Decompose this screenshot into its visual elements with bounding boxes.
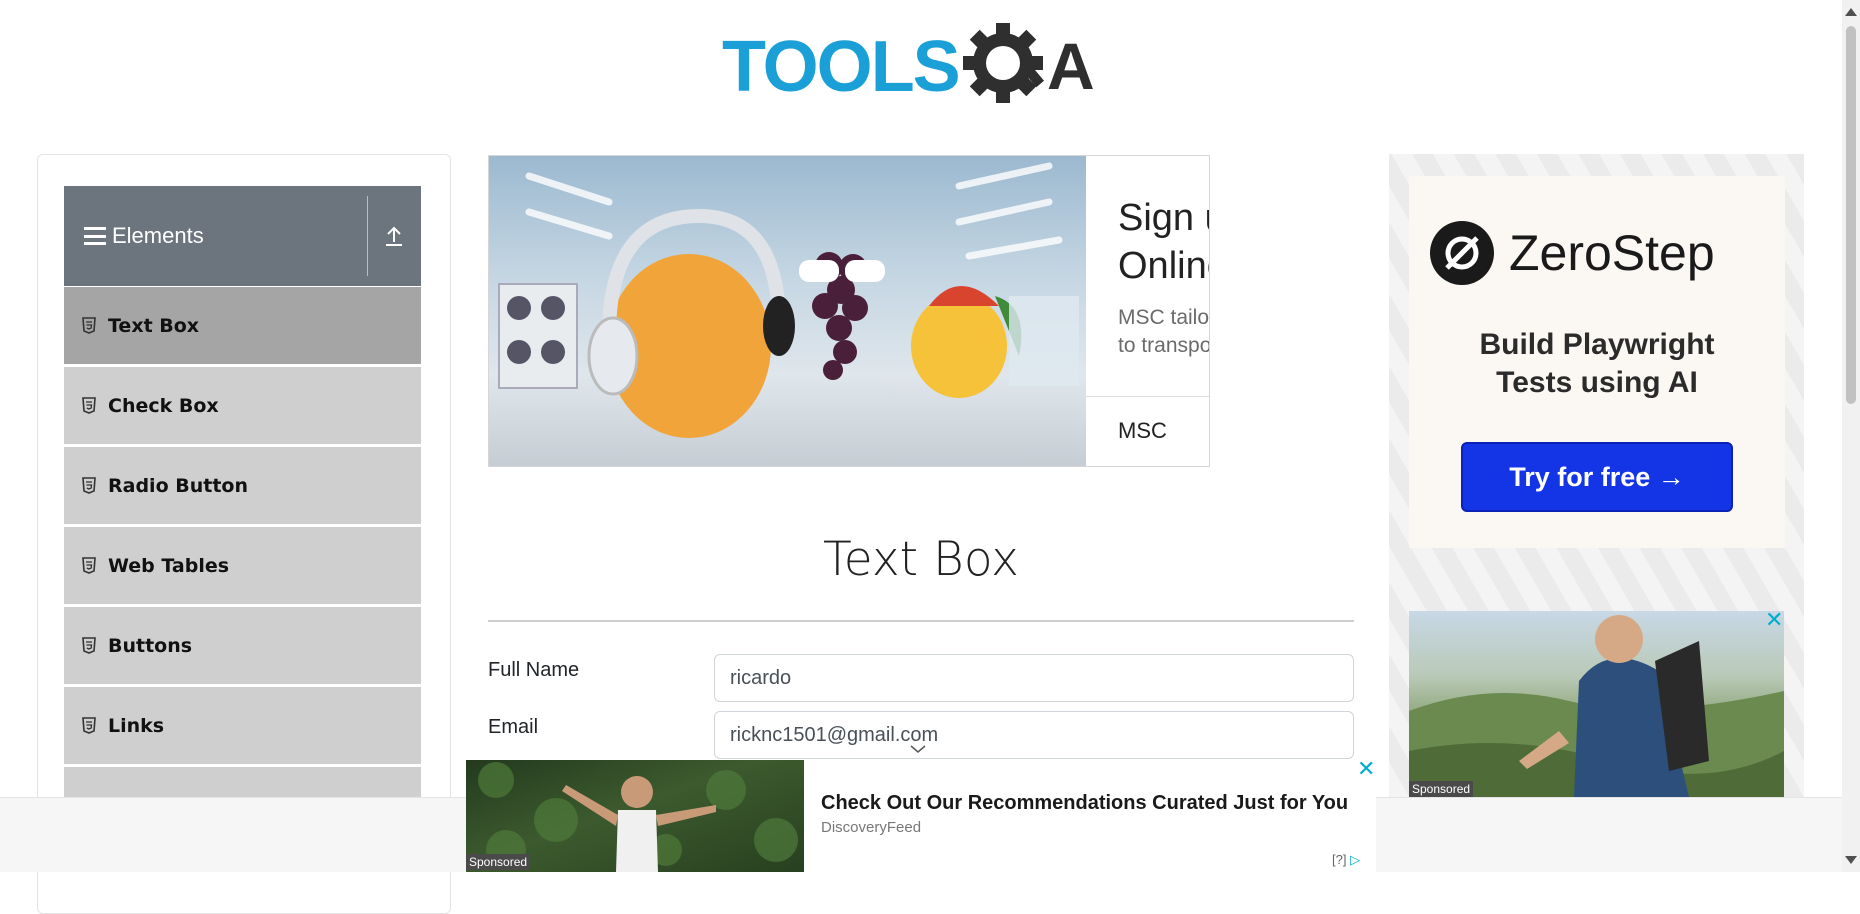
svg-text:A: A bbox=[1047, 29, 1095, 103]
sidebar-item-label: Buttons bbox=[108, 634, 193, 657]
scroll-thumb[interactable] bbox=[1846, 26, 1856, 404]
ad-fruit-image bbox=[489, 156, 1086, 466]
full-name-input[interactable]: ricardo bbox=[714, 654, 1354, 702]
ad-separator bbox=[1086, 396, 1209, 397]
zerostep-tagline: Build Playwright Tests using AI bbox=[1479, 328, 1715, 399]
scroll-down-icon[interactable] bbox=[1845, 856, 1857, 864]
msc-ad-banner[interactable]: Sign up on my Online MSC tailors for you… bbox=[488, 155, 1210, 467]
gear-icon: A bbox=[962, 23, 1095, 103]
scroll-up-icon[interactable] bbox=[1845, 8, 1857, 16]
sponsored-label: Sponsored bbox=[466, 854, 531, 870]
sidebar-item-links[interactable]: Links bbox=[64, 686, 421, 764]
sidebar-item-radio-button[interactable]: Radio Button bbox=[64, 446, 421, 524]
bottom-ad-headline[interactable]: Check Out Our Recommendations Curated Ju… bbox=[821, 792, 1348, 815]
hiker-ad[interactable]: Sponsored bbox=[1409, 611, 1784, 797]
discoveryfeed-ad[interactable]: Sponsored Check Out Our Recommendations … bbox=[466, 760, 1376, 872]
zerostep-ad[interactable]: ZeroStep Build Playwright Tests using AI… bbox=[1409, 176, 1785, 548]
try-for-free-button[interactable]: Try for free → bbox=[1461, 442, 1733, 512]
html5-icon bbox=[82, 637, 96, 654]
ad-headline: Sign up on my Online bbox=[1118, 197, 1209, 287]
sidebar-item-web-tables[interactable]: Web Tables bbox=[64, 526, 421, 604]
sponsored-label: Sponsored bbox=[1409, 781, 1474, 797]
html5-icon bbox=[82, 557, 96, 574]
full-name-label: Full Name bbox=[488, 659, 580, 681]
html5-icon bbox=[82, 397, 96, 414]
zerostep-logo-icon bbox=[1430, 221, 1494, 285]
adchoices-icon: ▷ bbox=[1350, 852, 1361, 867]
html5-icon bbox=[82, 717, 96, 734]
html5-icon bbox=[82, 317, 96, 334]
ad-copy: Sign up on my Online MSC tailors for you… bbox=[1118, 194, 1210, 360]
sidebar-item-label: Check Box bbox=[108, 394, 219, 417]
sidebar-item-buttons[interactable]: Buttons bbox=[64, 606, 421, 684]
logo-text-tools: TOOLS bbox=[722, 27, 961, 107]
email-label: Email bbox=[488, 716, 539, 738]
email-input[interactable]: ricknc1501@gmail.com bbox=[714, 711, 1354, 759]
sidebar-item-check-box[interactable]: Check Box bbox=[64, 366, 421, 444]
sidebar-item-label: Radio Button bbox=[108, 474, 248, 497]
header-divider bbox=[367, 196, 368, 276]
close-icon[interactable]: ✕ bbox=[1357, 757, 1375, 782]
title-divider bbox=[488, 620, 1354, 622]
collapse-arrow-icon[interactable] bbox=[384, 224, 404, 248]
elements-group-header[interactable]: Elements bbox=[64, 186, 421, 286]
hamburger-icon bbox=[84, 227, 106, 245]
html5-icon bbox=[82, 477, 96, 494]
bottom-ad-image: Sponsored bbox=[466, 760, 804, 872]
page-scrollbar[interactable] bbox=[1842, 0, 1860, 872]
bottom-ad-source: DiscoveryFeed bbox=[821, 819, 922, 836]
toolsqa-logo[interactable]: TOOLS A bbox=[722, 18, 1124, 116]
sidebar-item-text-box[interactable]: Text Box bbox=[64, 286, 421, 364]
zerostep-logo: ZeroStep bbox=[1429, 220, 1715, 286]
ad-brand[interactable]: MSC bbox=[1118, 418, 1167, 444]
page-title: Text Box bbox=[823, 532, 1019, 587]
sidebar-item-label: Links bbox=[108, 714, 165, 737]
ad-info-icon[interactable]: [?] ▷ bbox=[1332, 852, 1360, 868]
close-icon[interactable]: ✕ bbox=[1765, 608, 1783, 633]
hiker-image bbox=[1409, 615, 1784, 797]
chevron-down-icon[interactable] bbox=[909, 744, 927, 754]
sidebar-item-label: Web Tables bbox=[108, 554, 230, 577]
ad-body-text: MSC tailors for you comple to transport … bbox=[1118, 306, 1210, 357]
sidebar-item-label: Text Box bbox=[108, 314, 200, 337]
zerostep-brand: ZeroStep bbox=[1509, 225, 1715, 281]
group-title: Elements bbox=[112, 223, 204, 248]
